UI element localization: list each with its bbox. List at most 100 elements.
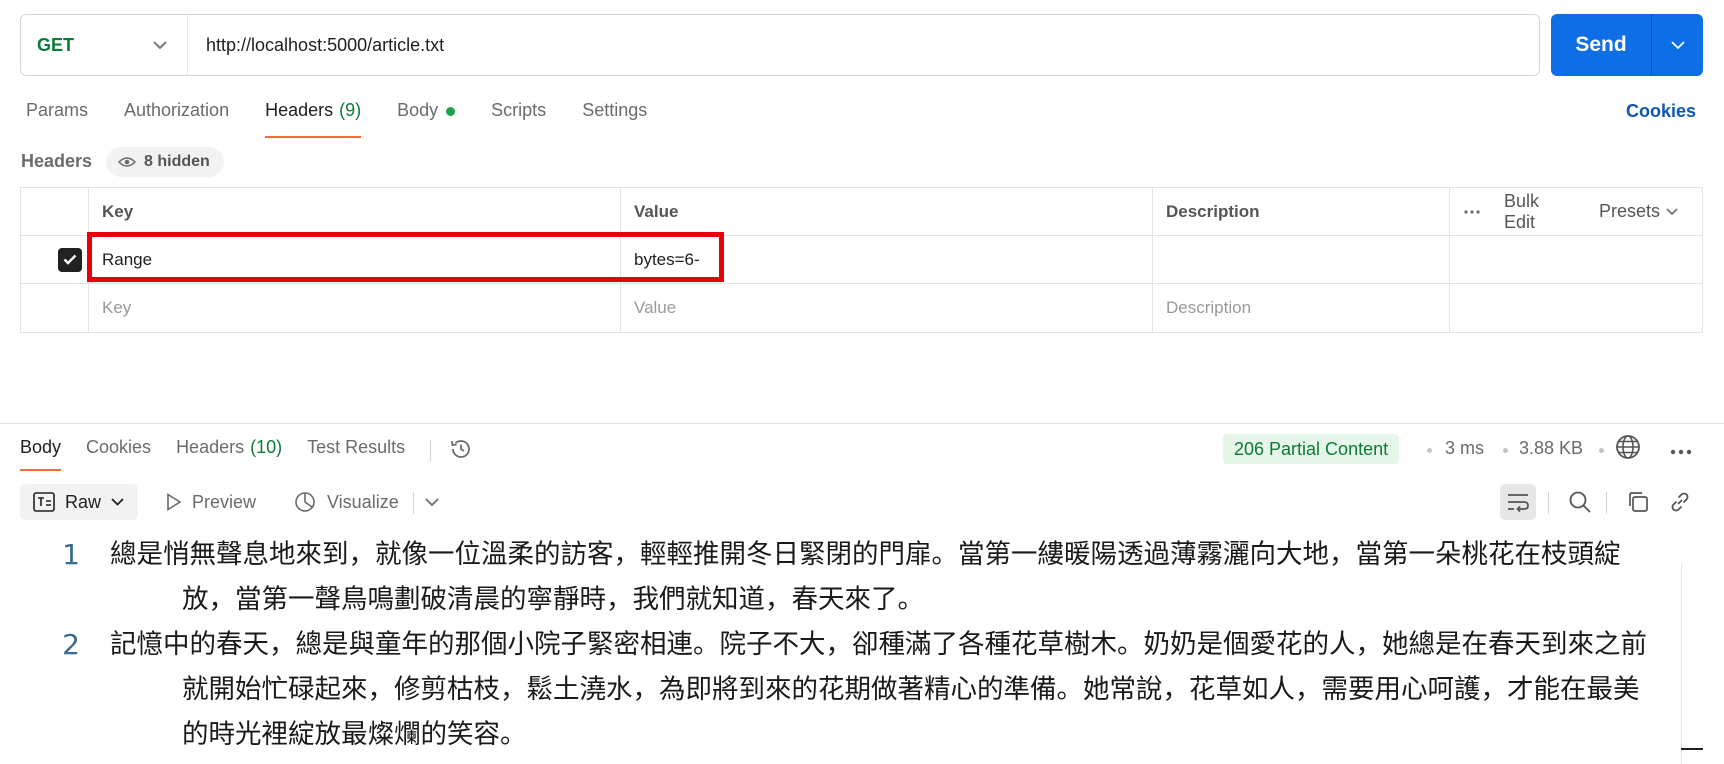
globe-icon — [1616, 435, 1640, 459]
line-number: 2 — [62, 628, 80, 661]
tab-label: Params — [26, 100, 89, 120]
tab-label: Authorization — [124, 100, 230, 120]
status-badge[interactable]: 206 Partial Content — [1223, 434, 1400, 464]
tab-label: Test Results — [307, 437, 406, 457]
request-tabs: Params Authorization Headers (9) Body Scr… — [26, 100, 683, 138]
tab-settings[interactable]: Settings — [582, 100, 647, 138]
tab-response-body[interactable]: Body — [20, 437, 62, 471]
send-options-button[interactable] — [1652, 40, 1703, 50]
history-icon — [451, 439, 471, 458]
text-format-icon — [33, 492, 55, 512]
table-actions: Bulk Edit Presets — [1450, 188, 1702, 235]
ellipsis-icon — [1670, 449, 1692, 455]
link-icon — [1671, 492, 1689, 512]
chevron-down-icon — [111, 498, 124, 506]
value-column-header: Value — [621, 188, 1153, 235]
hidden-count-label: 8 hidden — [144, 153, 210, 170]
tab-label: Headers — [265, 100, 334, 120]
chevron-down-icon — [425, 497, 439, 506]
row-actions-cell — [1450, 284, 1702, 332]
history-button[interactable] — [449, 437, 473, 466]
eye-icon — [118, 157, 136, 167]
response-body-editor[interactable]: 1 總是悄無聲息地來到，就像一位溫柔的訪客，輕輕推開冬日緊閉的門扉。當第一縷暖陽… — [0, 532, 1724, 757]
row-actions-cell — [1450, 236, 1702, 283]
cookies-link[interactable]: Cookies — [1626, 101, 1696, 122]
tab-label: Body — [397, 100, 439, 120]
search-icon — [1569, 491, 1591, 513]
bulk-edit-button[interactable]: Bulk Edit — [1504, 191, 1575, 233]
response-time[interactable]: 3 ms — [1445, 438, 1484, 459]
header-description-input[interactable] — [1153, 236, 1450, 283]
checkbox-column-header — [21, 188, 89, 235]
tab-authorization[interactable]: Authorization — [124, 100, 229, 138]
meta-separator — [1503, 448, 1508, 453]
search-button[interactable] — [1562, 484, 1598, 520]
response-headers-count: (10) — [250, 437, 283, 457]
tab-label: Settings — [582, 100, 648, 120]
key-column-header: Key — [89, 188, 621, 235]
row-checkbox-cell — [21, 236, 89, 283]
table-row: Key Value Description — [21, 284, 1702, 332]
visualize-label: Visualize — [327, 491, 399, 512]
visualize-button[interactable]: Visualize — [293, 484, 399, 520]
new-value-input[interactable]: Value — [621, 284, 1153, 332]
tab-response-cookies[interactable]: Cookies — [86, 437, 151, 471]
method-select[interactable]: GET — [21, 15, 188, 75]
hidden-headers-toggle[interactable]: 8 hidden — [106, 147, 224, 177]
line-text: 記憶中的春天，總是與童年的那個小院子緊密相連。院子不大，卻種滿了各種花草樹木。奶… — [110, 629, 1647, 750]
tab-headers[interactable]: Headers (9) — [265, 100, 362, 138]
body-indicator-dot — [446, 107, 456, 116]
toolbar-separator — [1548, 492, 1549, 514]
visualize-icon — [295, 492, 315, 512]
url-input[interactable]: http://localhost:5000/article.txt — [188, 35, 444, 56]
new-description-input[interactable]: Description — [1153, 284, 1450, 332]
chevron-down-icon — [153, 40, 167, 49]
tab-label: Body — [20, 437, 62, 457]
row-checkbox-cell — [21, 284, 89, 332]
request-url-bar: GET http://localhost:5000/article.txt — [20, 14, 1540, 76]
send-button[interactable]: Send — [1551, 33, 1651, 57]
chevron-down-icon — [1666, 207, 1678, 215]
tab-body[interactable]: Body — [397, 100, 456, 138]
visualize-options-button[interactable] — [414, 484, 450, 520]
tab-separator — [430, 440, 432, 462]
pane-divider[interactable] — [0, 423, 1724, 424]
scrollbar-thumb[interactable] — [1681, 748, 1703, 750]
more-options-button[interactable] — [1464, 209, 1480, 214]
highlight-box — [87, 232, 724, 282]
presets-button[interactable]: Presets — [1599, 201, 1678, 222]
preview-button[interactable]: Preview — [166, 484, 256, 520]
presets-label: Presets — [1598, 201, 1660, 221]
response-toolbar: Raw Preview Visualize — [20, 484, 1703, 520]
line-text: 總是悄無聲息地來到，就像一位溫柔的訪客，輕輕推開冬日緊閉的門扉。當第一縷暖陽透過… — [110, 539, 1621, 615]
chevron-down-icon — [1670, 40, 1685, 49]
headers-section-label: Headers — [21, 151, 93, 171]
tab-params[interactable]: Params — [26, 100, 88, 138]
response-tabs: Body Cookies Headers (10) Test Results — [20, 437, 473, 471]
code-line: 2 記憶中的春天，總是與童年的那個小院子緊密相連。院子不大，卻種滿了各種花草樹木… — [0, 622, 1724, 757]
view-mode-select[interactable]: Raw — [20, 484, 138, 520]
copy-icon — [1629, 492, 1648, 512]
link-button[interactable] — [1662, 484, 1698, 520]
response-size[interactable]: 3.88 KB — [1519, 438, 1583, 459]
tab-label: Scripts — [491, 100, 547, 120]
new-key-input[interactable]: Key — [89, 284, 621, 332]
network-info-button[interactable] — [1615, 434, 1641, 465]
table-header-row: Key Value Description Bulk Edit Presets — [21, 188, 1702, 236]
copy-button[interactable] — [1620, 484, 1656, 520]
wrap-lines-icon — [1508, 494, 1529, 512]
description-column-header: Description — [1153, 188, 1450, 235]
code-line: 1 總是悄無聲息地來到，就像一位溫柔的訪客，輕輕推開冬日緊閉的門扉。當第一縷暖陽… — [0, 532, 1724, 622]
vertical-scrollbar[interactable] — [1681, 564, 1682, 764]
response-more-button[interactable] — [1670, 442, 1692, 460]
ellipsis-icon — [1464, 209, 1480, 214]
row-enabled-checkbox[interactable] — [58, 247, 82, 272]
tab-test-results[interactable]: Test Results — [307, 437, 405, 471]
tab-response-headers[interactable]: Headers (10) — [176, 437, 282, 471]
meta-separator — [1599, 448, 1604, 453]
check-icon — [63, 254, 77, 265]
view-mode-label: Raw — [65, 491, 102, 512]
word-wrap-button[interactable] — [1500, 484, 1536, 520]
tab-scripts[interactable]: Scripts — [491, 100, 546, 138]
play-icon — [167, 493, 182, 511]
